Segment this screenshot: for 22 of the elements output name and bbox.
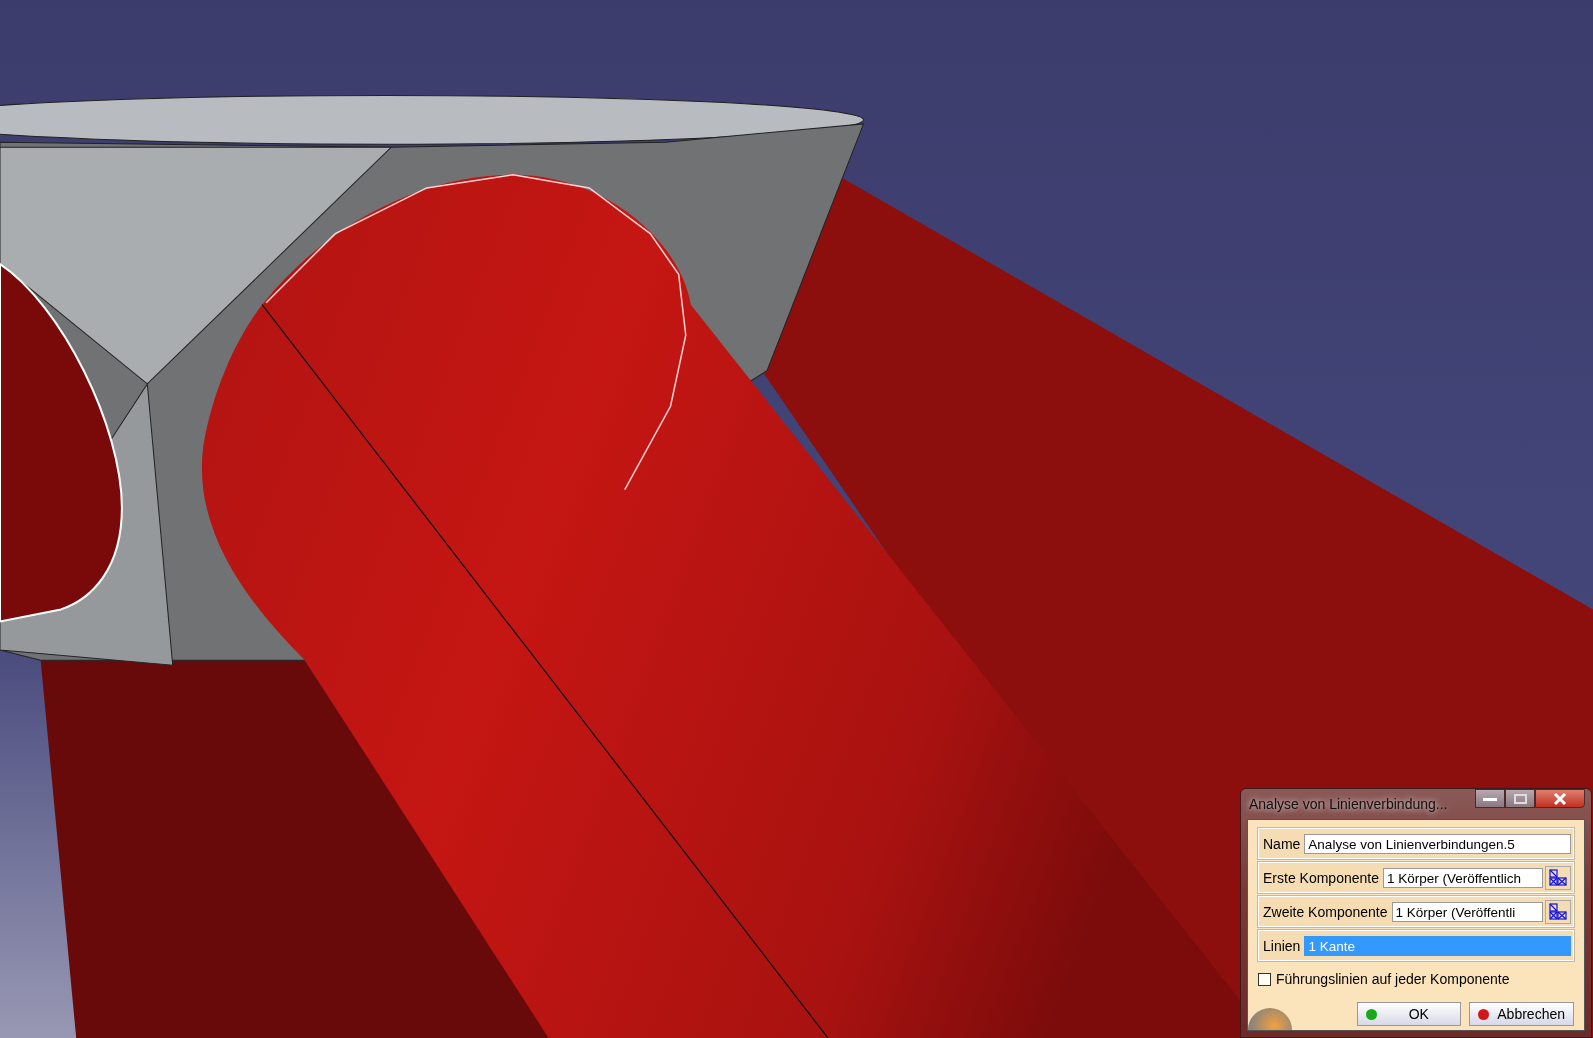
cancel-button[interactable]: Abbrechen (1469, 1002, 1574, 1026)
field-label: Linien (1262, 937, 1302, 954)
ok-button[interactable]: OK (1357, 1002, 1462, 1026)
input-field[interactable]: 1 Körper (Veröffentli (1391, 901, 1543, 922)
checkbox-label: Führungslinien auf jeder Komponente (1276, 971, 1510, 987)
input-field[interactable]: Analyse von Linienverbindungen.5 (1304, 833, 1571, 854)
maximize-button[interactable] (1505, 789, 1535, 808)
checkbox[interactable] (1258, 972, 1271, 986)
field-label: Name (1262, 835, 1302, 852)
dialog-title: Analyse von Linienverbindung... (1249, 796, 1448, 812)
boxes-icon (1549, 868, 1567, 887)
globe-drawing (1248, 1008, 1292, 1030)
close-button[interactable] (1535, 789, 1585, 808)
input-field[interactable]: 1 Körper (Veröffentlich (1382, 867, 1543, 888)
field-label: Erste Komponente (1262, 869, 1380, 886)
maximize-icon (1513, 793, 1527, 804)
selection-button[interactable] (1545, 865, 1571, 890)
close-icon (1553, 792, 1567, 805)
boxes-icon (1549, 902, 1567, 921)
minimize-button[interactable] (1475, 789, 1505, 808)
field-label: Zweite Komponente (1262, 903, 1389, 920)
selection-button[interactable] (1545, 899, 1571, 924)
